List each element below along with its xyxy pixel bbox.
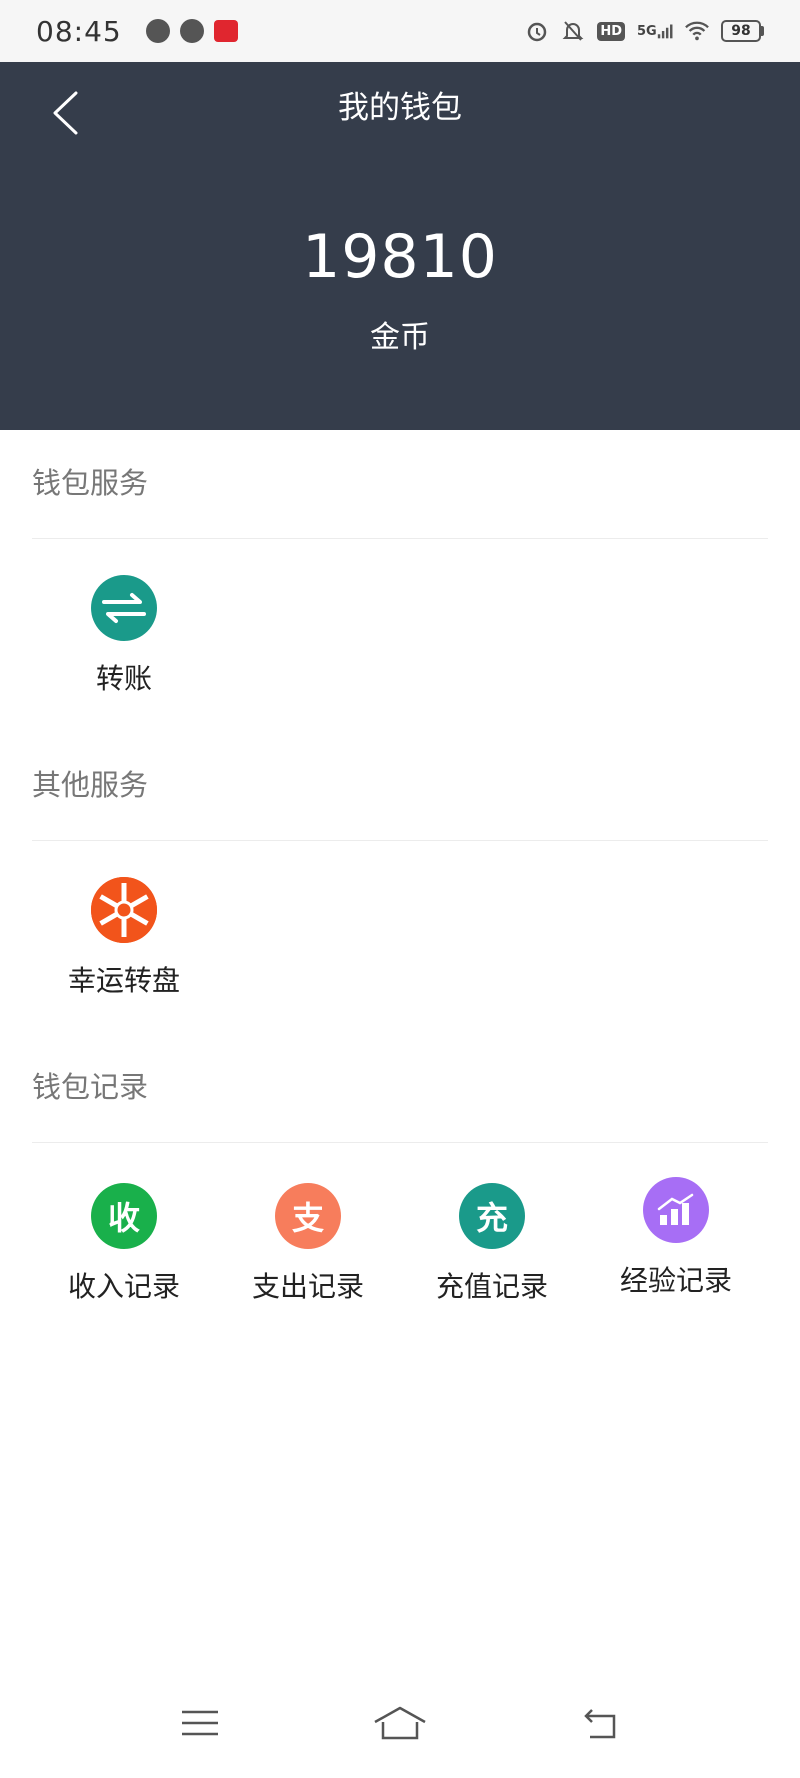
back-nav-button[interactable] [560, 1693, 640, 1753]
experience-records-label: 经验记录 [619, 1264, 732, 1297]
experience-records-button[interactable]: 经验记录 [584, 1177, 768, 1305]
other-service-section: 其他服务 幸运转盘 [32, 760, 768, 999]
back-arrow-icon [584, 1709, 616, 1739]
wallet-header: 我的钱包 19810 金币 [0, 62, 800, 430]
transfer-button[interactable]: 转账 [32, 575, 216, 697]
battery-level: 98 [721, 20, 761, 42]
lucky-wheel-button[interactable]: 幸运转盘 [32, 877, 216, 999]
app-notification-icon [145, 19, 170, 43]
recharge-records-button[interactable]: 充 充值记录 [400, 1183, 584, 1305]
section-title: 钱包服务 [32, 466, 149, 500]
signal-icon: 5G [637, 19, 673, 43]
status-notification-icons [145, 19, 238, 43]
battery-icon: 98 [721, 20, 764, 42]
recharge-icon: 充 [459, 1183, 525, 1249]
alarm-icon [525, 19, 549, 43]
expense-records-label: 支出记录 [251, 1270, 364, 1303]
divider [32, 538, 768, 539]
menu-icon [182, 1710, 218, 1736]
income-records-label: 收入记录 [67, 1270, 180, 1303]
expense-records-button[interactable]: 支 支出记录 [216, 1183, 400, 1305]
status-bar: 08:45 HD 5G 98 [0, 0, 800, 62]
wallet-service-section: 钱包服务 转账 [32, 458, 768, 697]
mute-bell-icon [561, 19, 585, 43]
divider [32, 840, 768, 841]
recharge-records-label: 充值记录 [435, 1270, 548, 1303]
coin-balance: 19810 [302, 222, 498, 292]
status-system-icons: HD 5G 98 [525, 19, 764, 43]
section-title: 钱包记录 [32, 1070, 149, 1104]
page-title: 我的钱包 [338, 90, 462, 126]
income-records-button[interactable]: 收 收入记录 [32, 1183, 216, 1305]
expense-icon: 支 [275, 1183, 341, 1249]
income-icon: 收 [91, 1183, 157, 1249]
transfer-icon [91, 575, 157, 641]
compass-icon [179, 19, 204, 43]
divider [32, 1142, 768, 1143]
status-time: 08:45 [36, 14, 122, 48]
red-app-icon [213, 20, 238, 42]
wifi-icon [685, 19, 709, 43]
coin-unit: 金币 [370, 320, 430, 355]
home-icon [374, 1706, 426, 1740]
experience-chart-icon [643, 1177, 709, 1243]
wallet-records-section: 钱包记录 收 收入记录 支 支出记录 充 充值记录 经验记录 [32, 1062, 768, 1305]
section-title: 其他服务 [32, 768, 149, 802]
network-type: 5G [637, 23, 657, 39]
lucky-wheel-icon [91, 877, 157, 943]
system-navigation-bar [0, 1668, 800, 1778]
lucky-wheel-label: 幸运转盘 [67, 964, 180, 997]
transfer-label: 转账 [95, 662, 152, 695]
home-button[interactable] [360, 1693, 440, 1753]
menu-button[interactable] [160, 1693, 240, 1753]
hd-icon: HD [597, 21, 625, 41]
